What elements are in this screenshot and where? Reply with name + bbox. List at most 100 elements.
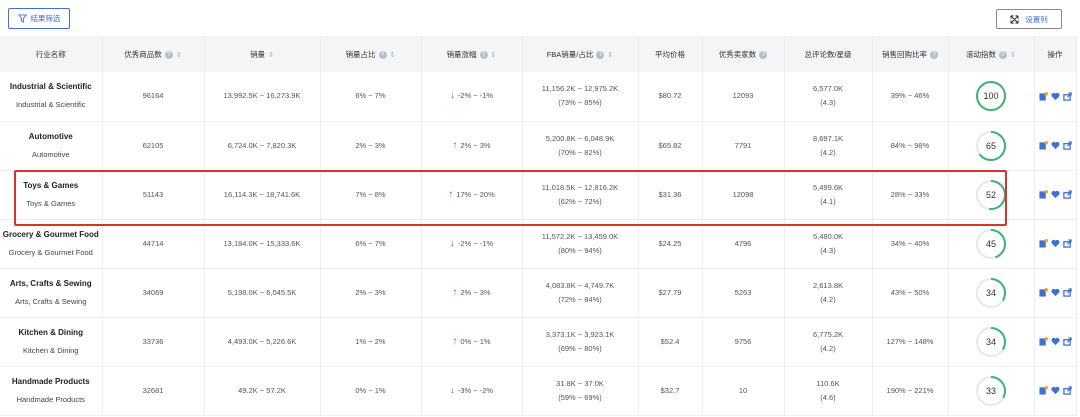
edit-icon[interactable] xyxy=(1038,386,1048,395)
growth-cell: ↑ 2% ~ 3% xyxy=(421,121,523,170)
table-row[interactable]: Grocery & Gourmet Food Grocery & Gourmet … xyxy=(0,219,1077,268)
products-cell: 62105 xyxy=(102,121,205,170)
column-header-label: 总评论数/星级 xyxy=(804,49,852,59)
table-row[interactable]: Arts, Crafts & Sewing Arts, Crafts & Sewi… xyxy=(0,268,1077,317)
growth-cell: ↓ -2% ~ -1% xyxy=(421,72,523,121)
fba-value: 31.8K ~ 37.0K xyxy=(556,378,604,388)
sellers-value: 9756 xyxy=(734,336,752,346)
question-icon[interactable]: ? xyxy=(479,50,488,59)
share-icon[interactable] xyxy=(1062,337,1072,346)
stars-value: (4.3) xyxy=(820,98,836,108)
repurchase-cell: 190% ~ 221% xyxy=(872,366,949,415)
column-header: 行业名称 xyxy=(0,36,103,72)
sort-icon[interactable]: ⇕ xyxy=(390,52,396,59)
score-ring: 100 xyxy=(976,81,1006,112)
category-cell: Industrial & Scientific Industrial & Scie… xyxy=(0,72,103,121)
column-header[interactable]: 销量占比? ⇕ xyxy=(320,36,422,72)
filter-button-label: 结果筛选 xyxy=(30,14,61,23)
column-header[interactable]: 销量 ⇕ xyxy=(204,36,321,72)
stars-value: (4.2) xyxy=(820,343,836,353)
heart-icon[interactable] xyxy=(1050,141,1060,150)
fba-cell: 3,373.1K ~ 3,923.1K (69% ~ 80%) xyxy=(522,317,639,366)
price-cell: $27.79 xyxy=(638,268,703,317)
question-icon[interactable]: ? xyxy=(930,50,938,59)
share-icon[interactable] xyxy=(1062,190,1072,199)
category-name: Grocery & Gourmet Food xyxy=(2,229,99,239)
edit-icon[interactable] xyxy=(1038,141,1048,150)
ops-group xyxy=(1035,91,1076,101)
repurchase-cell: 34% ~ 40% xyxy=(872,219,949,268)
fba-percent: (72% ~ 84%) xyxy=(558,294,602,304)
filter-button[interactable]: 结果筛选 xyxy=(8,8,70,29)
category-name: Kitchen & Dining xyxy=(18,327,83,337)
price-value: $65.82 xyxy=(658,140,682,150)
column-header[interactable]: FBA销量/占比? ⇕ xyxy=(522,36,639,72)
table-row[interactable]: Industrial & Scientific Industrial & Scie… xyxy=(0,72,1077,121)
share-icon[interactable] xyxy=(1062,141,1072,150)
sales-cell: 5,198.0K ~ 6,045.5K xyxy=(204,268,321,317)
reviews-value: 6,577.0K xyxy=(812,84,844,94)
column-header[interactable]: 优秀商品数? ⇕ xyxy=(102,36,205,72)
sort-icon[interactable]: ⇕ xyxy=(268,52,274,59)
column-header[interactable]: 滚动指数? ⇕ xyxy=(948,36,1035,72)
question-icon[interactable]: ? xyxy=(378,50,387,59)
price-cell: $65.82 xyxy=(638,121,703,170)
column-header-label: 操作 xyxy=(1047,49,1063,59)
question-icon[interactable]: ? xyxy=(999,50,1008,59)
edit-icon[interactable] xyxy=(1038,288,1048,297)
repurchase-cell: 84% ~ 98% xyxy=(872,121,949,170)
fba-cell: 4,083.8K ~ 4,749.7K (72% ~ 84%) xyxy=(522,268,639,317)
edit-icon[interactable] xyxy=(1038,337,1048,346)
growth-value: 0% ~ 1% xyxy=(460,336,491,346)
sort-icon[interactable]: ⇕ xyxy=(607,52,613,59)
share-icon[interactable] xyxy=(1062,288,1072,297)
column-header: 平均价格 xyxy=(638,36,703,72)
question-icon[interactable]: ? xyxy=(759,50,768,59)
heart-icon[interactable] xyxy=(1050,288,1060,297)
heart-icon[interactable] xyxy=(1050,386,1060,395)
fba-value: 3,373.1K ~ 3,923.1K xyxy=(545,329,615,339)
category-subname: Arts, Crafts & Sewing xyxy=(15,296,87,306)
heart-icon[interactable] xyxy=(1050,239,1060,248)
sort-icon[interactable]: ⇕ xyxy=(491,52,497,59)
reviews-value: 6,775.2K xyxy=(812,329,844,339)
heart-icon[interactable] xyxy=(1050,190,1060,199)
repurchase-value: 84% ~ 98% xyxy=(890,140,930,150)
sort-icon[interactable]: ⇕ xyxy=(1010,52,1016,59)
edit-icon[interactable] xyxy=(1038,91,1048,101)
price-value: $80.72 xyxy=(658,91,682,101)
share-icon[interactable] xyxy=(1062,386,1072,395)
question-icon[interactable]: ? xyxy=(164,50,173,59)
question-icon[interactable]: ? xyxy=(596,50,605,59)
arrow-up-icon: ↑ xyxy=(448,188,454,200)
ops-group xyxy=(1035,190,1076,199)
score-ring: 34 xyxy=(976,326,1006,357)
share-icon[interactable] xyxy=(1062,239,1072,248)
heart-icon[interactable] xyxy=(1050,92,1060,101)
edit-icon[interactable] xyxy=(1038,239,1048,248)
repurchase-value: 28% ~ 33% xyxy=(890,189,930,199)
category-name: Industrial & Scientific xyxy=(9,82,92,92)
column-settings-button[interactable]: 设置列 xyxy=(996,9,1062,29)
category-name: Toys & Games xyxy=(23,180,79,190)
edit-icon[interactable] xyxy=(1038,190,1048,199)
column-header[interactable]: 销量涨幅? ⇕ xyxy=(421,36,523,72)
category-name: Handmade Products xyxy=(11,376,90,386)
table-row[interactable]: Toys & Games Toys & Games 51143 16,114.3K ~… xyxy=(0,170,1077,219)
growth-value: 17% ~ 20% xyxy=(456,189,495,199)
share-icon[interactable] xyxy=(1062,92,1072,101)
arrow-up-icon: ↑ xyxy=(452,335,458,347)
sort-icon[interactable]: ⇕ xyxy=(176,52,182,59)
table-row[interactable]: Automotive Automotive 62105 6,724.0K ~ 7,82… xyxy=(0,121,1077,170)
arrow-down-icon: ↓ xyxy=(449,237,455,249)
stars-value: (4.3) xyxy=(820,245,836,255)
products-value: 62105 xyxy=(142,140,164,150)
ops-group xyxy=(1035,386,1076,395)
heart-icon[interactable] xyxy=(1050,337,1060,346)
growth-cell: ↑ 0% ~ 1% xyxy=(421,317,523,366)
table-row[interactable]: Kitchen & Dining Kitchen & Dining 33736 4,4… xyxy=(0,317,1077,366)
table-row[interactable]: Handmade Products Handmade Products 32681 4… xyxy=(0,366,1077,415)
fba-cell: 31.8K ~ 37.0K (59% ~ 69%) xyxy=(522,366,639,415)
products-value: 33736 xyxy=(142,336,164,346)
score-value: 45 xyxy=(986,239,996,249)
